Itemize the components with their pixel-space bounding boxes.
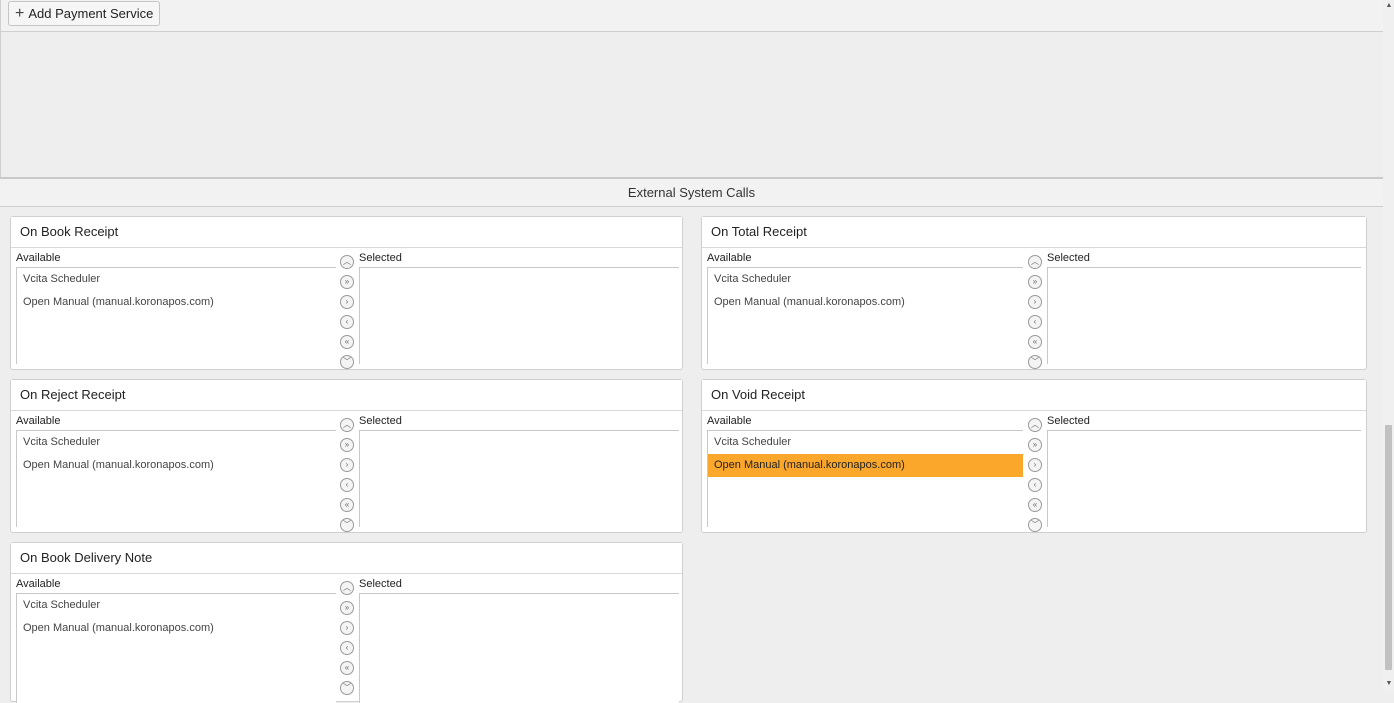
move-all-left-icon[interactable]: « [340, 335, 354, 349]
move-all-left-icon[interactable]: « [340, 661, 354, 675]
picker-controls: ︿ » › ‹ « ﹀ [1028, 418, 1042, 538]
add-payment-service-label: Add Payment Service [28, 6, 154, 21]
available-list[interactable]: Vcita Scheduler Open Manual (manual.koro… [707, 430, 1023, 527]
toolbar: + Add Payment Service [0, 0, 1383, 32]
available-list[interactable]: Vcita Scheduler Open Manual (manual.koro… [16, 267, 336, 364]
available-list[interactable]: Vcita Scheduler Open Manual (manual.koro… [16, 593, 336, 703]
move-bottom-icon[interactable]: ﹀ [340, 681, 354, 695]
selected-list[interactable] [359, 593, 679, 703]
panel-title: On Reject Receipt [11, 380, 682, 411]
selected-list[interactable] [1047, 430, 1361, 527]
plus-icon: + [15, 4, 25, 22]
panel-title: On Total Receipt [702, 217, 1366, 248]
move-top-icon[interactable]: ︿ [1028, 255, 1042, 269]
move-top-icon[interactable]: ︿ [340, 418, 354, 432]
list-item[interactable]: Open Manual (manual.koronapos.com) [17, 617, 336, 640]
selected-list[interactable] [1047, 267, 1361, 364]
move-bottom-icon[interactable]: ﹀ [1028, 518, 1042, 532]
scroll-down-icon[interactable]: ▼ [1384, 680, 1394, 687]
scroll-up-icon[interactable]: ▲ [1384, 2, 1394, 9]
picker-controls: ︿ » › ‹ « ﹀ [1028, 255, 1042, 375]
panel-on-void-receipt: On Void Receipt Available Selected Vcita… [701, 379, 1367, 533]
panel-on-total-receipt: On Total Receipt Available Selected Vcit… [701, 216, 1367, 370]
move-left-icon[interactable]: ‹ [1028, 315, 1042, 329]
available-label: Available [16, 578, 61, 590]
move-right-icon[interactable]: › [340, 621, 354, 635]
payment-services-area [0, 32, 1383, 177]
list-item[interactable]: Vcita Scheduler [17, 431, 336, 454]
selected-label: Selected [1047, 415, 1090, 427]
selected-label: Selected [1047, 252, 1090, 264]
available-label: Available [16, 252, 61, 264]
available-label: Available [707, 252, 752, 264]
selected-list[interactable] [359, 430, 679, 527]
panel-title: On Book Delivery Note [11, 543, 682, 574]
list-picker: Available Selected Vcita Scheduler Open … [702, 411, 1366, 533]
selected-label: Selected [359, 578, 402, 590]
list-item[interactable]: Open Manual (manual.koronapos.com) [17, 454, 336, 477]
list-item[interactable]: Vcita Scheduler [17, 594, 336, 617]
move-all-left-icon[interactable]: « [1028, 335, 1042, 349]
list-item[interactable]: Vcita Scheduler [708, 268, 1023, 291]
move-all-right-icon[interactable]: » [1028, 275, 1042, 289]
move-top-icon[interactable]: ︿ [1028, 418, 1042, 432]
available-label: Available [16, 415, 61, 427]
panel-title: On Book Receipt [11, 217, 682, 248]
picker-controls: ︿ » › ‹ « ﹀ [340, 418, 354, 538]
move-right-icon[interactable]: › [1028, 458, 1042, 472]
selected-label: Selected [359, 252, 402, 264]
list-item[interactable]: Open Manual (manual.koronapos.com) [708, 291, 1023, 314]
panel-title: On Void Receipt [702, 380, 1366, 411]
move-left-icon[interactable]: ‹ [340, 641, 354, 655]
move-right-icon[interactable]: › [340, 295, 354, 309]
selected-label: Selected [359, 415, 402, 427]
list-item[interactable]: Vcita Scheduler [708, 431, 1023, 454]
move-all-right-icon[interactable]: » [340, 438, 354, 452]
panel-on-book-delivery-note: On Book Delivery Note Available Selected… [10, 542, 683, 703]
move-all-right-icon[interactable]: » [340, 601, 354, 615]
move-right-icon[interactable]: › [340, 458, 354, 472]
move-bottom-icon[interactable]: ﹀ [340, 518, 354, 532]
move-left-icon[interactable]: ‹ [1028, 478, 1042, 492]
selected-list[interactable] [359, 267, 679, 364]
list-item[interactable]: Open Manual (manual.koronapos.com) [17, 291, 336, 314]
section-title: External System Calls [0, 177, 1383, 207]
available-list[interactable]: Vcita Scheduler Open Manual (manual.koro… [16, 430, 336, 527]
list-picker: Available Selected Vcita Scheduler Open … [11, 248, 682, 370]
move-all-right-icon[interactable]: » [340, 275, 354, 289]
list-picker: Available Selected Vcita Scheduler Open … [702, 248, 1366, 370]
move-all-left-icon[interactable]: « [1028, 498, 1042, 512]
picker-controls: ︿ » › ‹ « ﹀ [340, 581, 354, 701]
move-bottom-icon[interactable]: ﹀ [340, 355, 354, 369]
move-left-icon[interactable]: ‹ [340, 478, 354, 492]
available-list[interactable]: Vcita Scheduler Open Manual (manual.koro… [707, 267, 1023, 364]
list-item[interactable]: Vcita Scheduler [17, 268, 336, 291]
list-item-highlighted[interactable]: Open Manual (manual.koronapos.com) [708, 454, 1023, 477]
move-right-icon[interactable]: › [1028, 295, 1042, 309]
move-top-icon[interactable]: ︿ [340, 581, 354, 595]
move-all-right-icon[interactable]: » [1028, 438, 1042, 452]
panel-on-book-receipt: On Book Receipt Available Selected Vcita… [10, 216, 683, 370]
list-picker: Available Selected Vcita Scheduler Open … [11, 574, 682, 703]
scrollbar-thumb[interactable] [1385, 425, 1392, 670]
add-payment-service-button[interactable]: + Add Payment Service [8, 1, 161, 26]
available-label: Available [707, 415, 752, 427]
move-left-icon[interactable]: ‹ [340, 315, 354, 329]
panel-on-reject-receipt: On Reject Receipt Available Selected Vci… [10, 379, 683, 533]
move-bottom-icon[interactable]: ﹀ [1028, 355, 1042, 369]
move-top-icon[interactable]: ︿ [340, 255, 354, 269]
list-picker: Available Selected Vcita Scheduler Open … [11, 411, 682, 533]
move-all-left-icon[interactable]: « [340, 498, 354, 512]
picker-controls: ︿ » › ‹ « ﹀ [340, 255, 354, 375]
